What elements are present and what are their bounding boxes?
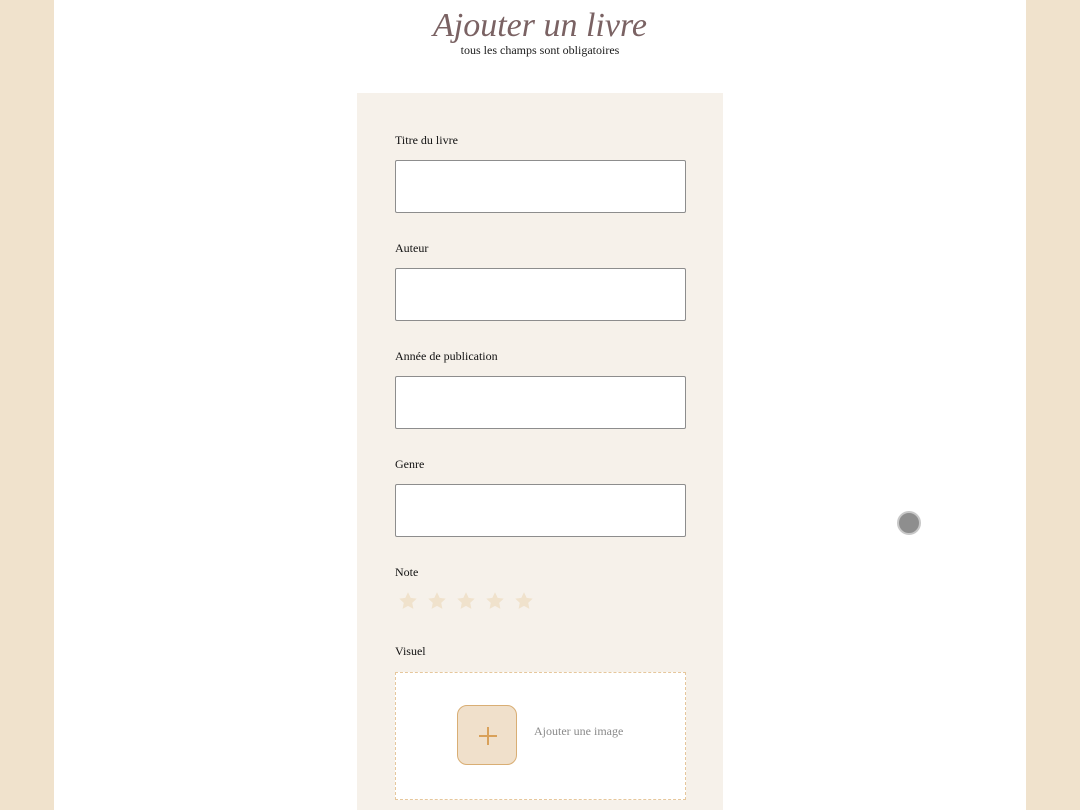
- page-container: Ajouter un livre tous les champs sont ob…: [54, 0, 1026, 810]
- rating-label: Note: [395, 565, 419, 579]
- cursor-indicator: [897, 511, 921, 535]
- rating-stars: [397, 590, 535, 612]
- rating-star-icon[interactable]: [426, 590, 448, 612]
- genre-input[interactable]: [395, 484, 686, 537]
- visual-label: Visuel: [395, 644, 426, 658]
- plus-icon: [479, 727, 497, 745]
- rating-star-icon[interactable]: [513, 590, 535, 612]
- page-subtitle: tous les champs sont obligatoires: [460, 43, 620, 57]
- image-dropzone[interactable]: Ajouter une image: [395, 672, 686, 800]
- author-field-label: Auteur: [395, 241, 429, 255]
- rating-star-icon[interactable]: [397, 590, 419, 612]
- page-title: Ajouter un livre: [432, 7, 648, 44]
- add-image-label: Ajouter une image: [534, 724, 624, 738]
- add-image-button[interactable]: [457, 705, 517, 765]
- genre-field-label: Genre: [395, 457, 425, 471]
- title-input[interactable]: [395, 160, 686, 213]
- year-field-label: Année de publication: [395, 349, 498, 363]
- title-field-label: Titre du livre: [395, 133, 458, 147]
- rating-star-icon[interactable]: [484, 590, 506, 612]
- add-book-form: Titre du livre Auteur Année de publicati…: [357, 93, 723, 810]
- year-input[interactable]: [395, 376, 686, 429]
- author-input[interactable]: [395, 268, 686, 321]
- rating-star-icon[interactable]: [455, 590, 477, 612]
